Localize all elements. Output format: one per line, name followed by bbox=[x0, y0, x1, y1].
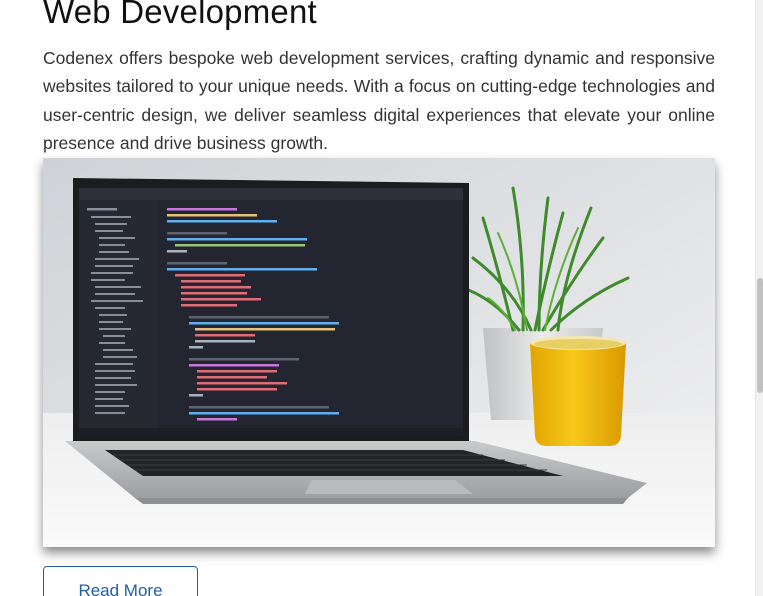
hero-image bbox=[43, 158, 715, 547]
page-scrollbar[interactable] bbox=[755, 0, 763, 596]
section-description: Codenex offers bespoke web development s… bbox=[43, 48, 715, 154]
scrollbar-thumb[interactable] bbox=[757, 278, 763, 393]
section-title: Web Development bbox=[43, 0, 317, 30]
read-more-button[interactable]: Read More bbox=[43, 566, 198, 596]
